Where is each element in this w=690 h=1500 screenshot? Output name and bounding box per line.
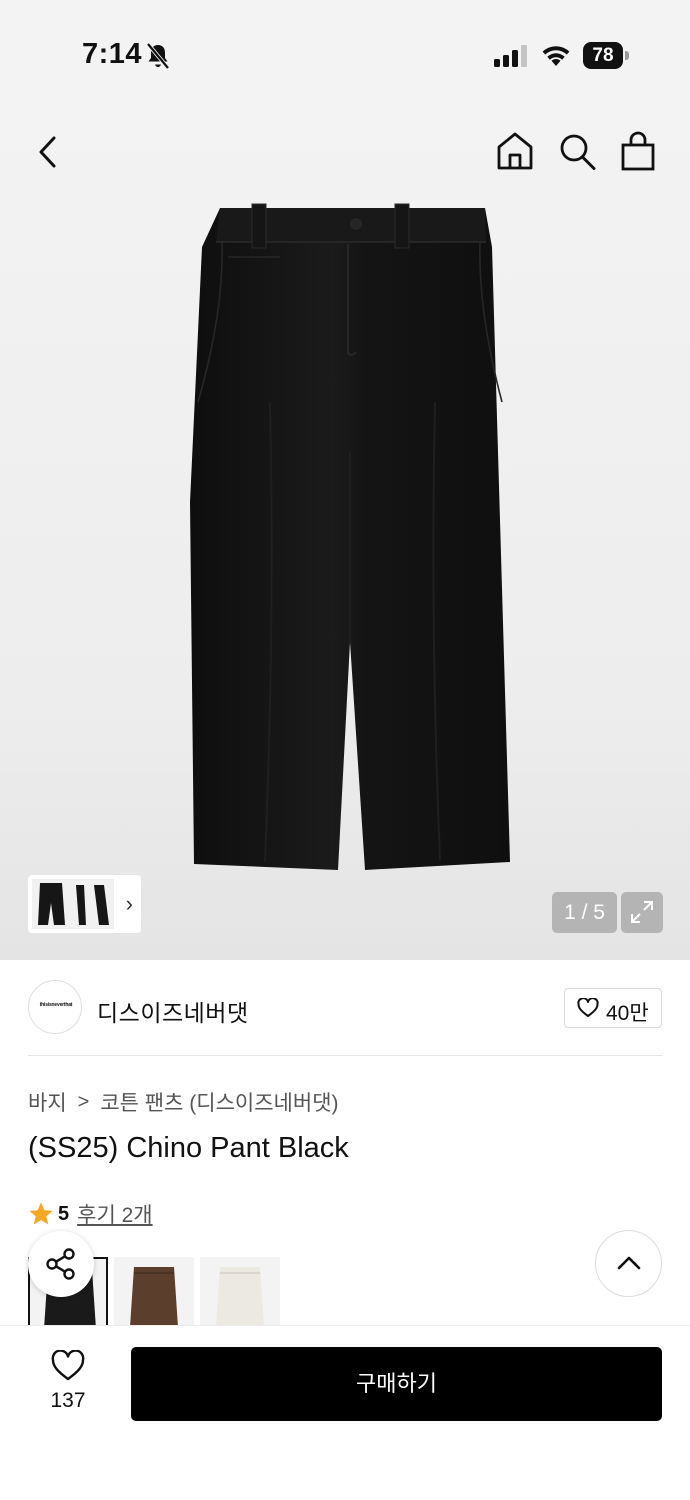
brand-logo-text: thisisneverthat [39,1002,73,1008]
rating-row: 5 후기 2개 [28,1200,153,1228]
color-variant-brown[interactable] [114,1257,194,1327]
bottom-action-bar: 137 구매하기 [0,1325,690,1500]
breadcrumb-subcategory[interactable]: 코튼 팬츠 (디스이즈네버댓) [100,1087,338,1117]
brand-row[interactable]: thisisneverthat 디스이즈네버댓 40만 [28,980,662,1036]
breadcrumb-separator-icon: > [77,1090,90,1113]
brand-name[interactable]: 디스이즈네버댓 [97,994,249,1028]
breadcrumb: 바지 > 코튼 팬츠 (디스이즈네버댓) [28,1087,339,1117]
share-button[interactable] [28,1231,94,1297]
variant-image [130,1267,178,1327]
bell-muted-icon [146,42,170,70]
scroll-top-button[interactable] [595,1230,662,1297]
heart-icon [51,1350,85,1381]
chevron-up-icon [617,1256,641,1270]
breadcrumb-category[interactable]: 바지 [28,1087,67,1117]
product-image [190,203,510,870]
wifi-icon [542,46,570,66]
review-count-link[interactable]: 후기 2개 [77,1199,152,1229]
home-icon[interactable] [495,130,535,172]
battery-cap [625,51,629,60]
expand-icon [631,901,653,923]
variant-image [216,1267,264,1327]
expand-image-button[interactable] [621,892,663,933]
status-bar: 7:14 78 [0,0,690,110]
product-gallery[interactable]: › 1 / 5 [0,110,690,960]
shopping-bag-icon[interactable] [618,130,658,172]
battery-level: 78 [583,42,623,69]
brand-like-count: 40만 [606,1002,649,1025]
divider [28,1055,662,1056]
image-counter: 1 / 5 [552,892,617,933]
wishlist-count: 137 [50,1389,86,1412]
brand-logo[interactable]: thisisneverthat [28,980,82,1034]
chevron-right-icon: › [125,891,133,916]
status-time: 7:14 [82,38,143,70]
share-icon [46,1248,75,1280]
product-title: (SS25) Chino Pant Black [28,1132,349,1164]
heart-icon [577,998,599,1017]
color-variant-ivory[interactable] [200,1257,280,1327]
brand-like-button[interactable]: 40만 [564,988,662,1028]
wishlist-button[interactable]: 137 [36,1348,100,1418]
battery-indicator: 78 [583,42,629,69]
star-icon [29,1202,53,1225]
buy-button[interactable]: 구매하기 [131,1347,662,1421]
thumbnail-images [32,879,114,929]
cellular-signal-icon [494,45,527,67]
thumbnail-strip[interactable]: › [28,875,141,933]
back-icon[interactable] [30,132,66,172]
rating-score: 5 [58,1202,70,1225]
search-icon[interactable] [557,130,597,172]
